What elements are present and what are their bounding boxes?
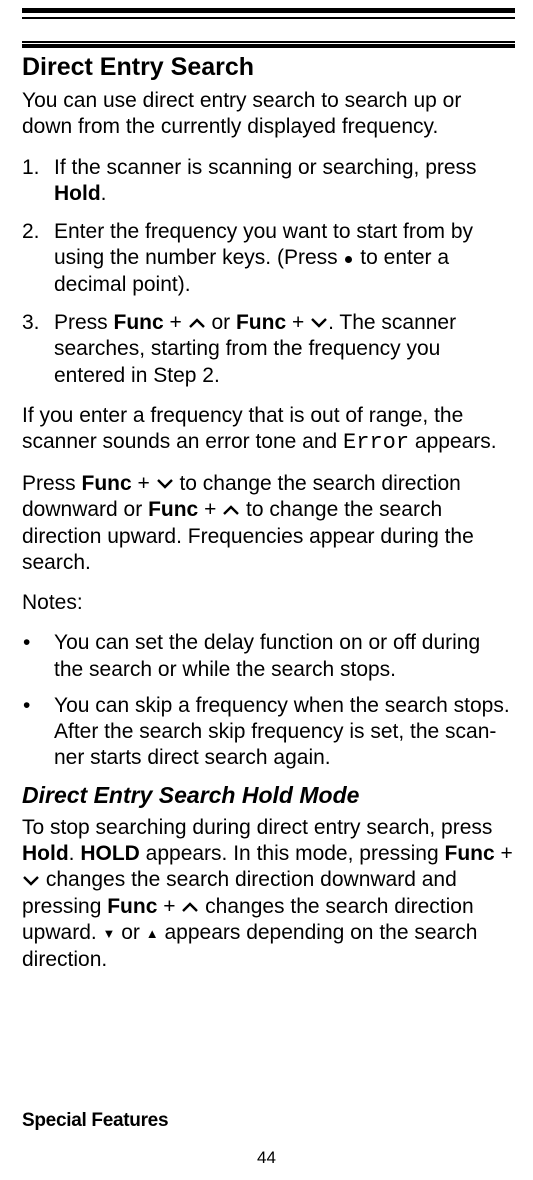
- triangle-down-icon: ▼: [103, 926, 116, 941]
- chevron-down-icon: [310, 310, 328, 336]
- hm-pre: To stop searching during direct entry se…: [22, 816, 492, 839]
- chevron-up-icon: [181, 894, 199, 920]
- plus: +: [495, 842, 513, 865]
- func-key: Func: [445, 842, 495, 865]
- func-key: Func: [148, 498, 198, 521]
- direction-paragraph: Press Func + to change the search direct…: [22, 471, 515, 577]
- step-3: 3. Press Func + or Func + . The scanner …: [22, 310, 515, 389]
- subsection-heading: Direct Entry Search Hold Mode: [22, 782, 515, 809]
- top-rule-thick: [22, 8, 515, 13]
- chevron-down-icon: [156, 471, 174, 497]
- section-heading: Direct Entry Search: [22, 53, 515, 82]
- triangle-up-icon: ▲: [146, 926, 159, 941]
- dir-pre: Press: [22, 472, 82, 495]
- func-key: Func: [82, 472, 132, 495]
- hold-key: Hold: [54, 182, 101, 205]
- holdmode-paragraph: To stop searching during direct entry se…: [22, 815, 515, 973]
- plus: +: [157, 895, 181, 918]
- chevron-up-icon: [222, 497, 240, 523]
- dot-icon: [345, 256, 352, 263]
- or-text: or: [206, 311, 236, 334]
- error-paragraph: If you enter a frequency that is out of …: [22, 403, 515, 457]
- hm-mid2: appears. In this mode, pressing: [140, 842, 445, 865]
- plus: +: [286, 311, 310, 334]
- step-text: Press: [54, 311, 114, 334]
- or-text: or: [115, 921, 145, 944]
- plus: +: [198, 498, 222, 521]
- hm-mid1: .: [69, 842, 81, 865]
- hold-key: Hold: [22, 842, 69, 865]
- chevron-up-icon: [188, 310, 206, 336]
- notes-list: You can set the delay function on or off…: [22, 630, 515, 771]
- step-2: 2. Enter the frequency you want to start…: [22, 219, 515, 298]
- plus: +: [164, 311, 188, 334]
- func-key: Func: [107, 895, 157, 918]
- page-number: 44: [0, 1148, 533, 1168]
- plus: +: [132, 472, 156, 495]
- footer-title: Special Features: [22, 1110, 168, 1132]
- func-key: Func: [114, 311, 164, 334]
- hold-caps: HOLD: [80, 842, 140, 865]
- note-item: You can skip a frequency when the search…: [22, 693, 515, 772]
- step-text: If the scanner is scanning or searching,…: [54, 156, 477, 179]
- steps-list: 1. If the scanner is scanning or searchi…: [22, 155, 515, 389]
- section-rule-thick: [22, 44, 515, 48]
- step-number: 2.: [22, 219, 40, 245]
- section-rule-thin: [22, 41, 515, 43]
- step-number: 3.: [22, 310, 40, 336]
- func-key: Func: [236, 311, 286, 334]
- intro-paragraph: You can use direct entry search to searc…: [22, 88, 515, 141]
- note-item: You can set the delay function on or off…: [22, 630, 515, 683]
- step-number: 1.: [22, 155, 40, 181]
- error-post: appears.: [409, 430, 497, 453]
- step-text-post: .: [101, 182, 107, 205]
- step-1: 1. If the scanner is scanning or searchi…: [22, 155, 515, 208]
- error-code: Error: [343, 430, 409, 455]
- notes-label: Notes:: [22, 590, 515, 616]
- top-rule-thin: [22, 17, 515, 19]
- chevron-down-icon: [22, 868, 40, 894]
